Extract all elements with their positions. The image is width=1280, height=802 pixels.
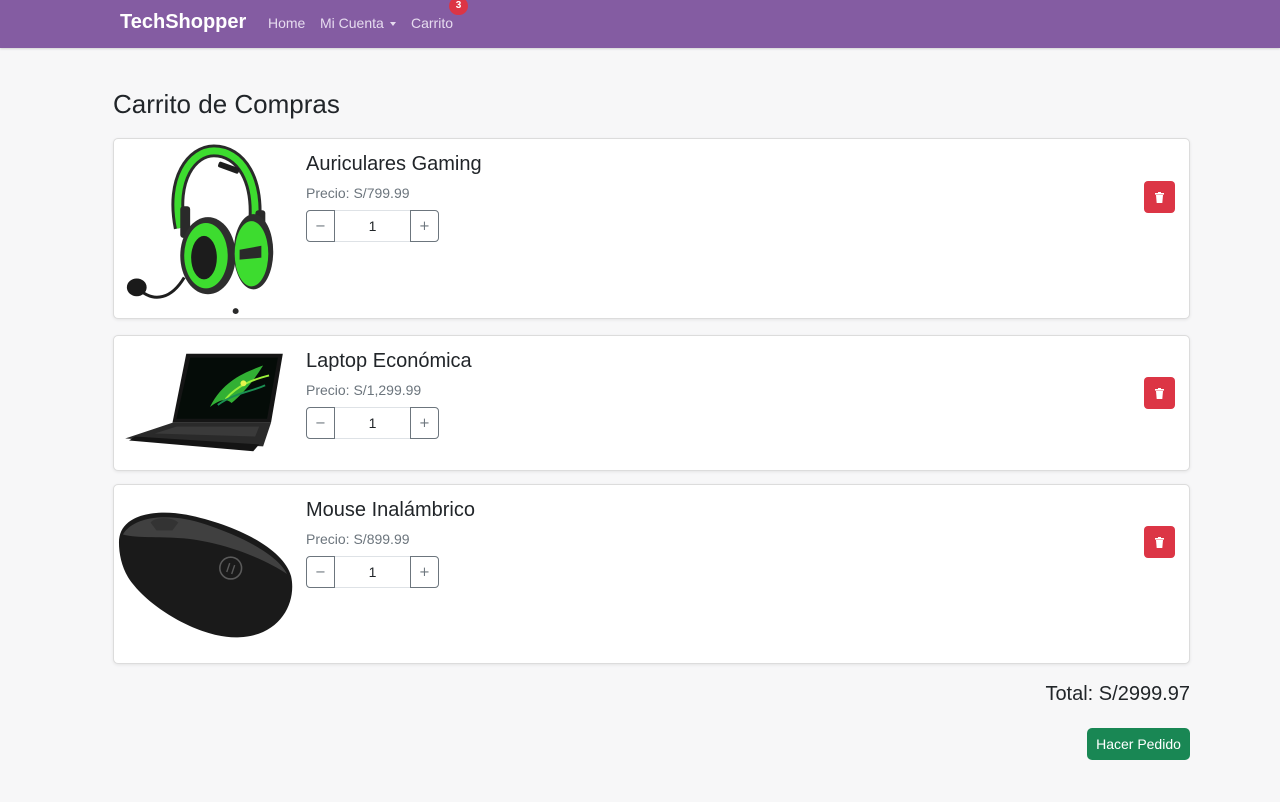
- top-navbar: TechShopper Home Mi Cuenta Carrito 3: [0, 0, 1280, 48]
- nav-account-dropdown[interactable]: Mi Cuenta: [320, 15, 396, 31]
- quantity-stepper: − +: [306, 556, 439, 588]
- product-image-mouse: [118, 512, 293, 638]
- product-name: Auriculares Gaming: [306, 153, 482, 175]
- decrement-button[interactable]: −: [306, 407, 335, 439]
- page-title: Carrito de Compras: [113, 89, 340, 119]
- delete-item-button[interactable]: [1144, 526, 1175, 558]
- nav-account-label: Mi Cuenta: [320, 15, 384, 31]
- brand-logo[interactable]: TechShopper: [120, 11, 246, 34]
- quantity-input[interactable]: [335, 556, 410, 588]
- delete-item-button[interactable]: [1144, 377, 1175, 409]
- trash-icon: [1155, 536, 1164, 548]
- delete-item-button[interactable]: [1144, 181, 1175, 213]
- quantity-input[interactable]: [335, 407, 410, 439]
- nav-cart-link[interactable]: Carrito: [411, 15, 453, 31]
- cart-item-card: Auriculares Gaming Precio: S/799.99 − +: [113, 138, 1190, 319]
- product-name: Laptop Económica: [306, 350, 472, 372]
- quantity-stepper: − +: [306, 407, 439, 439]
- chevron-down-icon: [389, 22, 396, 27]
- quantity-input[interactable]: [335, 210, 410, 242]
- decrement-button[interactable]: −: [306, 556, 335, 588]
- trash-icon: [1155, 387, 1164, 399]
- increment-button[interactable]: +: [410, 210, 439, 242]
- product-price: Precio: S/799.99: [306, 185, 410, 201]
- place-order-button[interactable]: Hacer Pedido: [1087, 728, 1190, 760]
- trash-icon: [1155, 191, 1164, 203]
- increment-button[interactable]: +: [410, 407, 439, 439]
- product-name: Mouse Inalámbrico: [306, 499, 475, 521]
- nav-home-link[interactable]: Home: [268, 15, 305, 31]
- product-image-headset: [126, 144, 274, 315]
- cart-item-card: Mouse Inalámbrico Precio: S/899.99 − +: [113, 484, 1190, 664]
- quantity-stepper: − +: [306, 210, 439, 242]
- increment-button[interactable]: +: [410, 556, 439, 588]
- product-image-laptop: [125, 353, 283, 452]
- product-price: Precio: S/899.99: [306, 531, 410, 547]
- cart-count-badge: 3: [449, 0, 468, 15]
- cart-item-card: Laptop Económica Precio: S/1,299.99 − +: [113, 335, 1190, 471]
- decrement-button[interactable]: −: [306, 210, 335, 242]
- cart-total: Total: S/2999.97: [1045, 683, 1190, 705]
- product-price: Precio: S/1,299.99: [306, 382, 422, 398]
